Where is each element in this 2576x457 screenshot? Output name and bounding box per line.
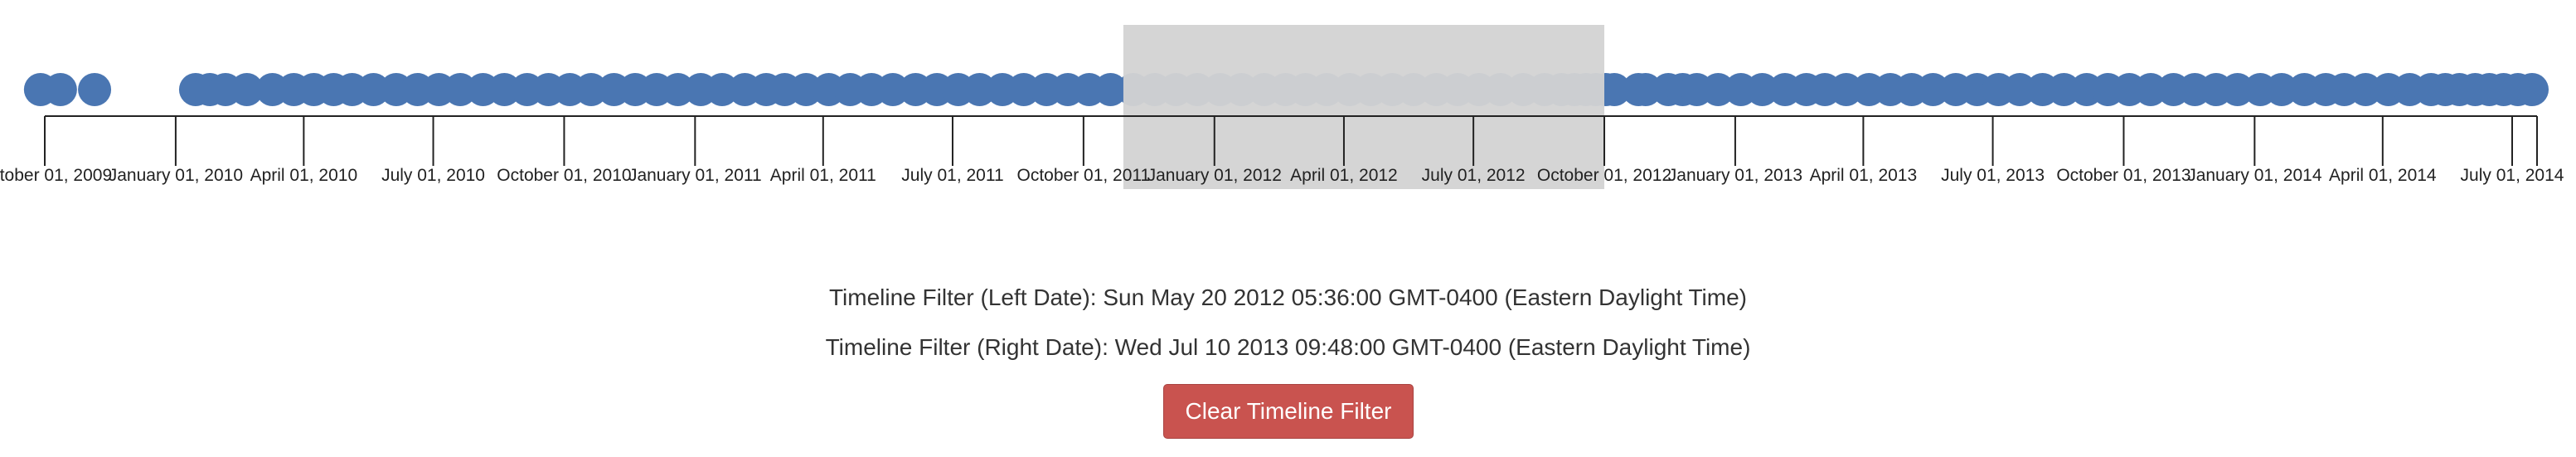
axis-tick-label: April 01, 2014	[2329, 166, 2437, 185]
timeline-selection-brush[interactable]	[1123, 25, 1605, 189]
axis-tick-label: April 01, 2013	[1810, 166, 1918, 185]
axis-tick-label: October 01, 2011	[1017, 166, 1151, 185]
axis-tick-label: April 01, 2010	[250, 166, 358, 185]
event-bubble[interactable]	[43, 73, 77, 106]
axis-tick-label: January 01, 2012	[1147, 166, 1282, 185]
axis-tick-label: October 01, 2009	[0, 166, 112, 185]
axis-tick-label: July 01, 2010	[381, 166, 485, 185]
axis-tick-label: July 01, 2012	[1422, 166, 1526, 185]
axis-tick-label: January 01, 2014	[2187, 166, 2322, 185]
axis-tick-label: January 01, 2010	[109, 166, 243, 185]
event-bubble[interactable]	[2515, 73, 2549, 106]
axis-tick-label: October 01, 2013	[2056, 166, 2190, 185]
axis-tick-label: January 01, 2011	[628, 166, 762, 185]
axis-tick-label: July 01, 2014	[2461, 166, 2564, 185]
axis-tick-label: July 01, 2011	[901, 166, 1003, 185]
axis-tick-label: October 01, 2012	[1537, 166, 1671, 185]
clear-timeline-filter-button[interactable]: Clear Timeline Filter	[1163, 384, 1414, 439]
axis-tick-label: April 01, 2011	[770, 166, 876, 185]
axis-tick-label: January 01, 2013	[1668, 166, 1802, 185]
left-date-filter-text: Timeline Filter (Left Date): Sun May 20 …	[828, 284, 1747, 310]
axis-tick-label: April 01, 2012	[1290, 166, 1398, 185]
timeline-chart[interactable]: October 01, 2009January 01, 2010 April 01…	[0, 0, 2576, 249]
event-bubble[interactable]	[78, 73, 112, 106]
axis-tick-label: October 01, 2010	[497, 166, 631, 185]
right-date-filter-text: Timeline Filter (Right Date): Wed Jul 10…	[825, 334, 1751, 360]
axis-tick-label: July 01, 2013	[1941, 166, 2045, 185]
